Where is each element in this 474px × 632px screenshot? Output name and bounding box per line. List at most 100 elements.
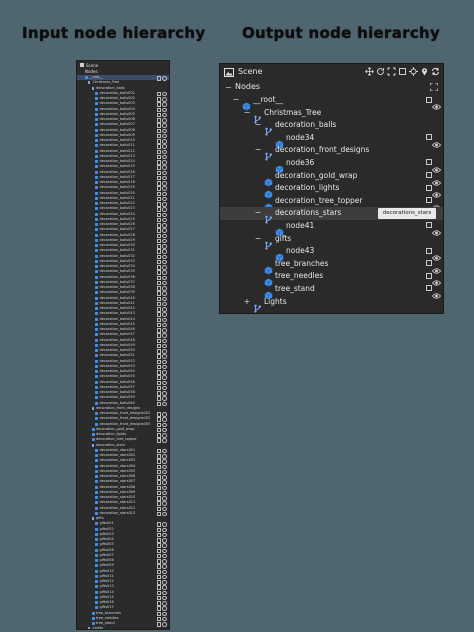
pin-icon[interactable]: [420, 67, 429, 76]
node3d-icon: [264, 184, 273, 199]
node-label[interactable]: gifts: [275, 234, 291, 244]
scale-icon[interactable]: [387, 67, 396, 76]
node-label[interactable]: decoration_tree_topper: [275, 196, 362, 206]
node-label[interactable]: decoration_balls: [275, 120, 336, 130]
node-label[interactable]: node43: [286, 246, 314, 256]
input-heading: Input node hierarchy: [22, 24, 206, 42]
eye-icon[interactable]: [431, 197, 442, 211]
node3d-icon: [264, 285, 273, 300]
node3d-icon: [95, 506, 98, 510]
node-label[interactable]: tree_branches: [275, 259, 328, 269]
tree-row[interactable]: − Christmas_Tree: [220, 107, 443, 124]
eye-icon[interactable]: [431, 159, 442, 173]
eye-icon[interactable]: [431, 272, 442, 286]
collapse-icon[interactable]: −: [254, 120, 262, 130]
node3d-icon: [95, 107, 98, 111]
hierarchy-icon: [88, 627, 90, 629]
nodes-header[interactable]: − Nodes: [220, 81, 443, 94]
node3d-icon: [242, 96, 251, 111]
node3d-icon: [95, 317, 98, 321]
node3d-icon: [95, 333, 98, 337]
tree-row[interactable]: − __root__: [220, 94, 443, 111]
eye-icon[interactable]: [431, 172, 442, 186]
tree-row[interactable]: tree_stand: [220, 283, 443, 300]
node3d-icon: [95, 149, 98, 153]
tree-row[interactable]: node34: [220, 132, 443, 149]
node3d-icon: [264, 197, 273, 212]
output-scene-panel: Scene − Nodes − __root__ − Christmas_Tre…: [219, 63, 444, 314]
input-panel-header: Scene: [77, 61, 169, 69]
node3d-icon: [95, 370, 98, 374]
tree-row[interactable]: node43: [220, 245, 443, 262]
node3d-icon: [95, 532, 98, 536]
eye-icon[interactable]: [431, 260, 442, 274]
node3d-icon: [95, 391, 98, 395]
node-tree: − __root__ − Christmas_Tree − decoration_ball…: [220, 94, 443, 313]
collapse-arrow-icon[interactable]: −: [225, 83, 232, 92]
tree-row[interactable]: tree_needles: [220, 270, 443, 287]
collapse-icon[interactable]: −: [254, 234, 262, 244]
node3d-icon: [95, 128, 98, 132]
eye-icon[interactable]: [431, 285, 442, 299]
node-label[interactable]: decoration_front_designs: [275, 145, 369, 155]
tree-row[interactable]: + Lights: [220, 296, 443, 313]
node3d-icon: [95, 301, 98, 305]
tree-row[interactable]: − decoration_balls: [220, 119, 443, 136]
crosshair-icon[interactable]: [409, 67, 418, 76]
node3d-icon: [95, 469, 98, 473]
tree-row[interactable]: decoration_gold_wrap: [220, 170, 443, 186]
node3d-icon: [95, 543, 98, 547]
eye-icon[interactable]: [431, 247, 442, 261]
node3d-icon: [95, 401, 98, 405]
expand-icon[interactable]: +: [243, 297, 251, 307]
frame-icon[interactable]: [398, 67, 407, 76]
eye-icon[interactable]: [431, 96, 442, 110]
input-tree-row[interactable]: Lights: [77, 626, 169, 629]
node3d-icon: [95, 254, 98, 258]
node3d-icon: [95, 422, 98, 426]
collapse-icon[interactable]: −: [232, 95, 240, 105]
node3d-icon: [95, 496, 98, 500]
node3d-icon: [95, 349, 98, 353]
node3d-icon: [95, 585, 98, 589]
node3d-icon: [95, 412, 98, 416]
node-label[interactable]: tree_needles: [275, 271, 323, 281]
node3d-icon: [95, 97, 98, 101]
node-label[interactable]: decorations_stars: [275, 208, 341, 218]
node-label[interactable]: node34: [286, 133, 314, 143]
refresh-icon[interactable]: [431, 67, 440, 76]
node3d-icon: [95, 569, 98, 573]
node3d-icon: [95, 259, 98, 263]
node3d-icon: [95, 580, 98, 584]
tree-row[interactable]: node36: [220, 157, 443, 174]
node3d-icon: [95, 559, 98, 563]
collapse-icon[interactable]: −: [254, 208, 262, 218]
node-label[interactable]: node36: [286, 158, 314, 168]
eye-icon[interactable]: [431, 184, 442, 198]
collapse-icon[interactable]: −: [243, 108, 251, 118]
collapse-icon[interactable]: −: [254, 145, 262, 155]
input-panel-title: Scene: [86, 62, 99, 68]
expand-all-icon[interactable]: [430, 83, 438, 91]
input-node-label[interactable]: Lights: [93, 626, 104, 629]
tree-row[interactable]: tree_branches: [220, 258, 443, 275]
node-label[interactable]: decoration_lights: [275, 183, 339, 193]
tree-row[interactable]: decoration_tree_topper: [220, 195, 443, 212]
node-label[interactable]: __root__: [253, 95, 283, 105]
node-label[interactable]: decoration_gold_wrap: [275, 171, 357, 181]
node-label[interactable]: tree_stand: [275, 284, 315, 294]
node-label[interactable]: Christmas_Tree: [264, 108, 321, 118]
output-heading: Output node hierarchy: [242, 24, 441, 42]
node3d-icon: [95, 606, 98, 610]
move-icon[interactable]: [365, 67, 374, 76]
tree-row[interactable]: decoration_lights: [220, 182, 443, 199]
tree-row[interactable]: − gifts: [220, 233, 443, 250]
node-label[interactable]: Lights: [264, 297, 287, 307]
rotate-icon[interactable]: [376, 67, 385, 76]
node3d-icon: [95, 538, 98, 542]
eye-icon[interactable]: [431, 222, 442, 236]
eye-icon[interactable]: [431, 134, 442, 148]
tree-row[interactable]: node41: [220, 220, 443, 237]
node-label[interactable]: node41: [286, 221, 314, 231]
tree-row[interactable]: − decoration_front_designs: [220, 144, 443, 161]
